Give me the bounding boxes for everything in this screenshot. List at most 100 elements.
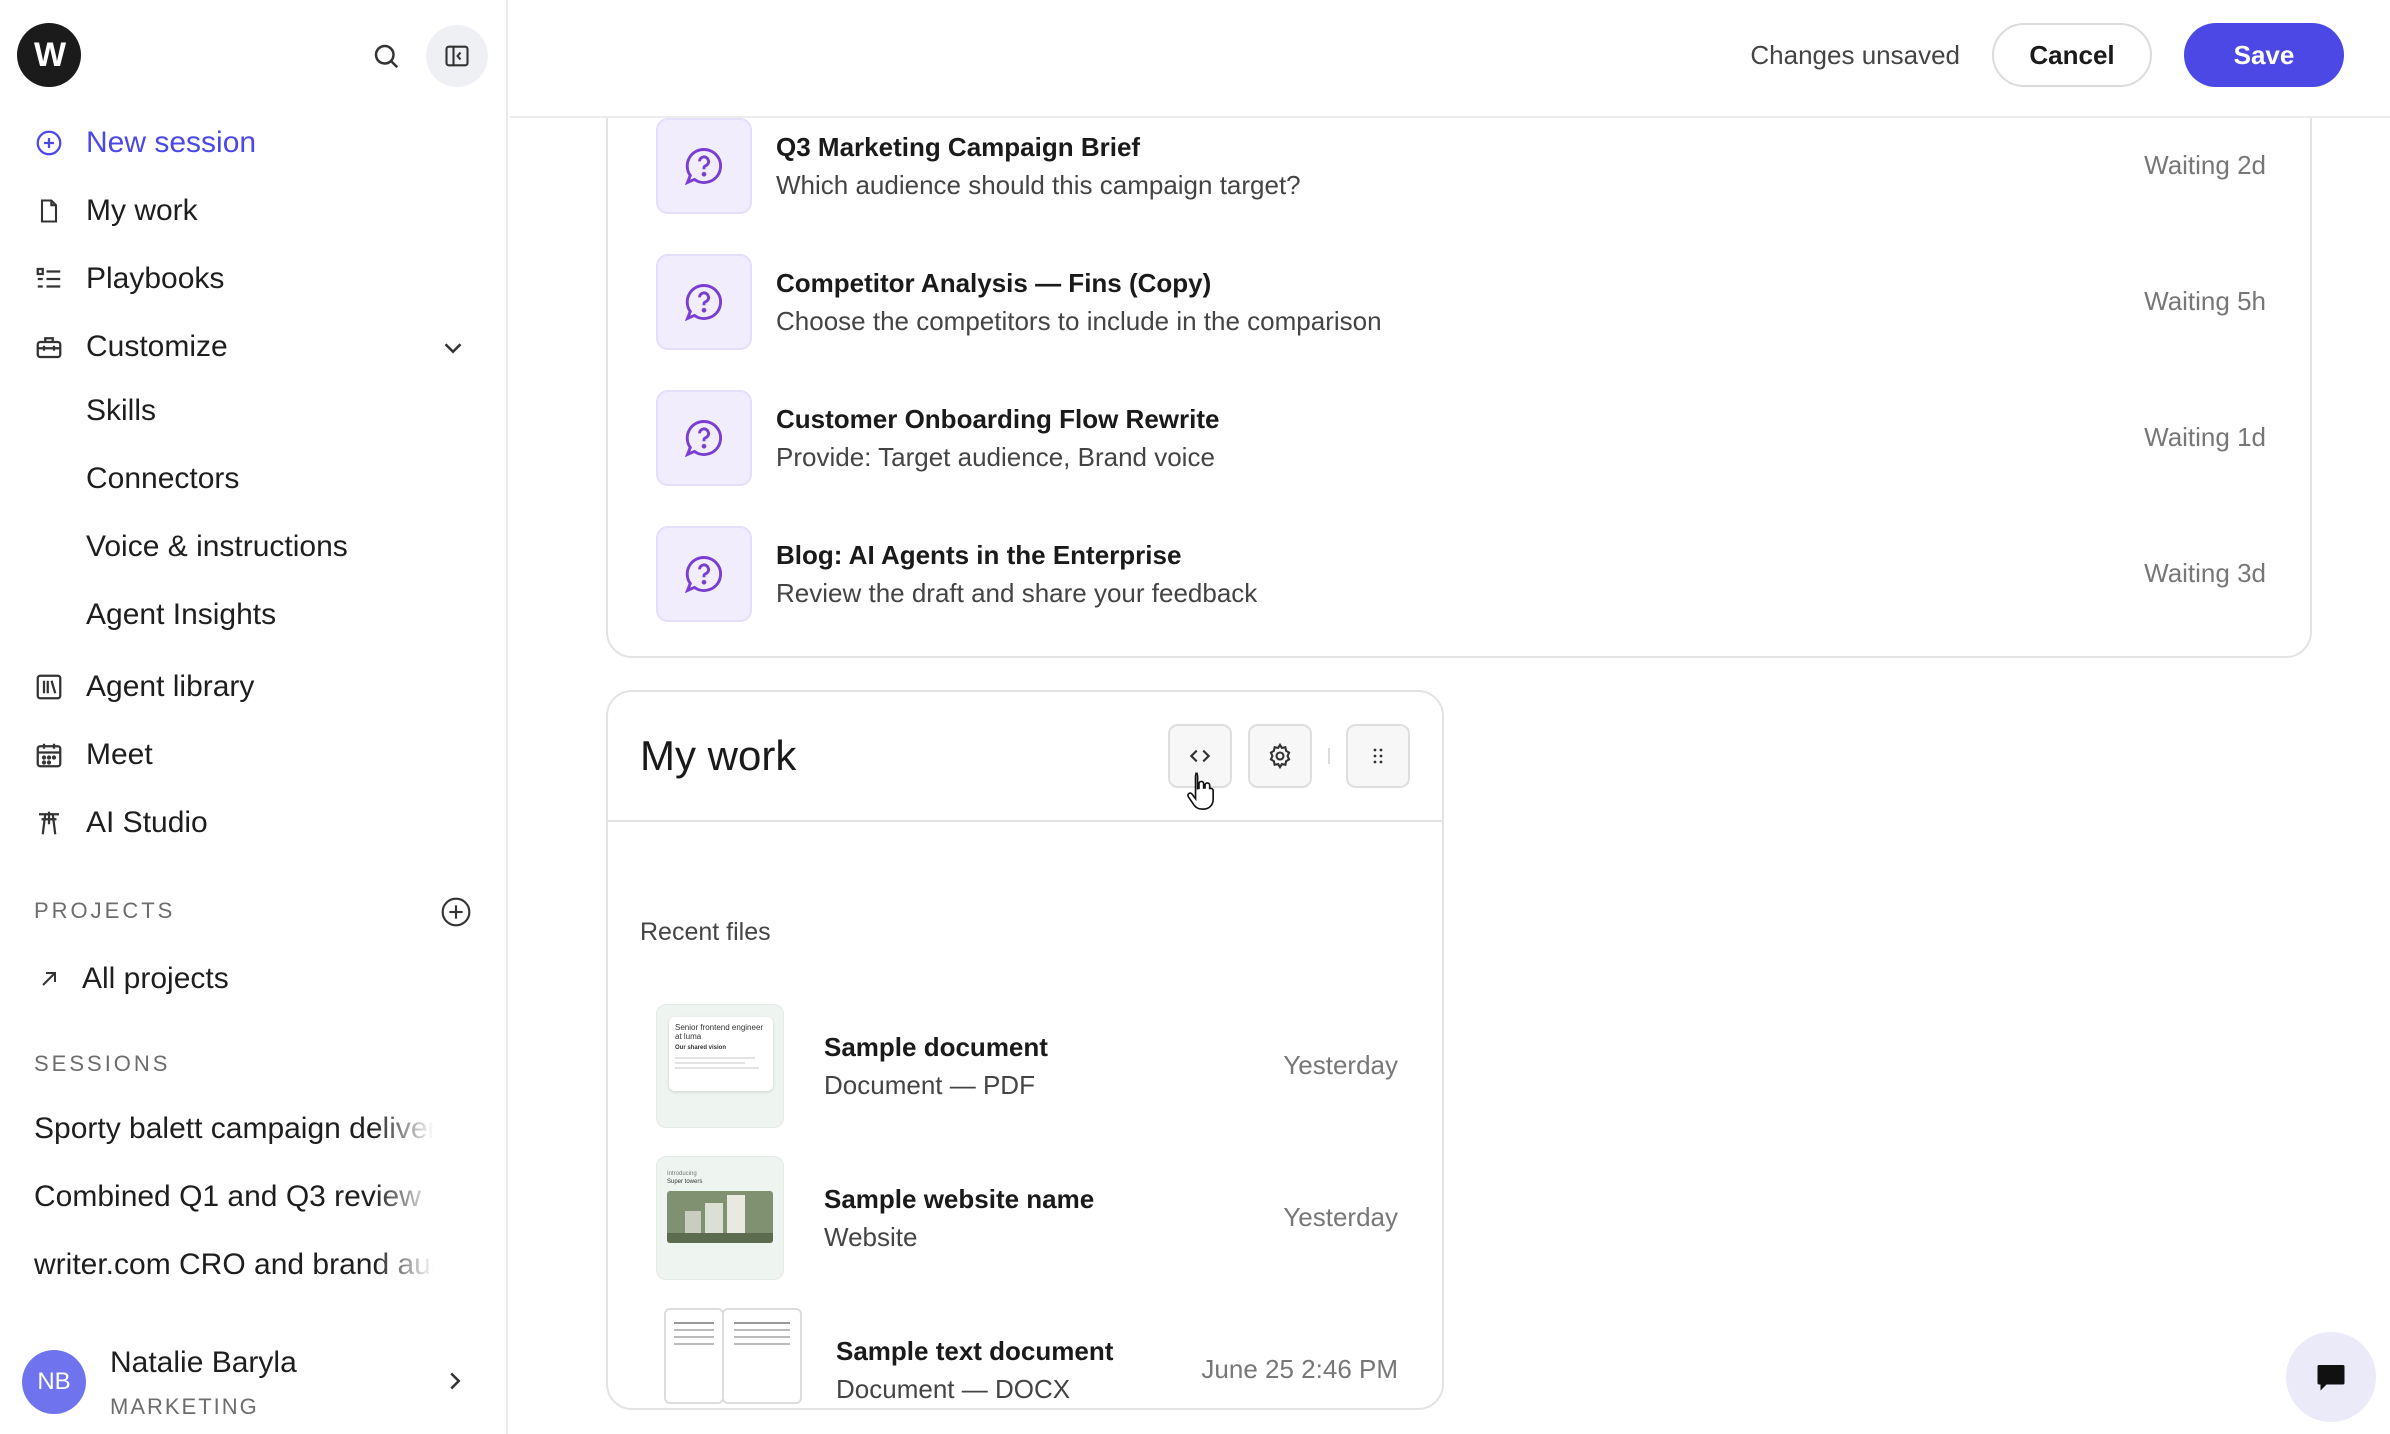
chat-button[interactable]: [2286, 1332, 2376, 1422]
nav-meet[interactable]: Meet: [34, 731, 153, 779]
thumbnail-heading: Introducing: [667, 1171, 697, 1177]
studio-icon: [34, 808, 64, 838]
list-icon: [34, 264, 64, 294]
session-item[interactable]: Combined Q1 and Q3 review: [34, 1180, 434, 1214]
nav-agent-library[interactable]: Agent library: [34, 663, 254, 711]
file-name: Sample text document: [836, 1336, 1114, 1366]
docx-thumbnail: [656, 1308, 802, 1404]
thumbnail-heading: Senior frontend engineer at luma: [675, 1023, 764, 1041]
user-name: Natalie Baryla: [110, 1346, 297, 1379]
arrow-up-right-icon: [34, 964, 64, 994]
task-subtitle: Provide: Target audience, Brand voice: [776, 442, 1215, 472]
calendar-icon: [34, 740, 64, 770]
task-subtitle: Review the draft and share your feedback: [776, 578, 1258, 608]
chat-bubble-icon: [2317, 1365, 2345, 1391]
my-work-widget: My work Recent files Senior frontend eng…: [606, 690, 1444, 1410]
task-status: Waiting 5h: [2144, 286, 2266, 316]
website-hero-image: [667, 1191, 773, 1243]
nav-label: All projects: [82, 962, 229, 995]
nav-label: Customize: [86, 330, 228, 363]
waiting-task-row[interactable]: Blog: AI Agents in the Enterprise Review…: [656, 526, 2266, 622]
file-type: Document — DOCX: [836, 1374, 1071, 1404]
file-date: Yesterday: [1283, 1050, 1398, 1080]
add-project-icon[interactable]: [440, 896, 472, 928]
widget-header: My work: [608, 692, 1442, 822]
file-row[interactable]: Senior frontend engineer at luma Our sha…: [656, 1004, 1398, 1128]
task-title: Customer Onboarding Flow Rewrite: [776, 404, 1220, 434]
nav-my-work[interactable]: My work: [34, 187, 198, 235]
nav-label: New session: [86, 126, 257, 159]
nav-label: AI Studio: [86, 806, 208, 839]
sidebar: W New session My work Playbooks Customiz…: [0, 0, 508, 1434]
waiting-task-row[interactable]: Competitor Analysis — Fins (Copy) Choose…: [656, 254, 2266, 350]
search-button[interactable]: [355, 25, 417, 87]
waiting-task-row[interactable]: Q3 Marketing Campaign Brief Which audien…: [656, 118, 2266, 214]
user-department: MARKETING: [110, 1394, 259, 1419]
file-type: Document — PDF: [824, 1070, 1035, 1100]
chevron-right-icon[interactable]: [440, 1366, 470, 1396]
task-title: Competitor Analysis — Fins (Copy): [776, 268, 1212, 298]
nav-label: Playbooks: [86, 262, 225, 295]
sub-item-skills[interactable]: Skills: [86, 387, 156, 435]
plus-circle-icon: [34, 128, 64, 158]
task-title: Q3 Marketing Campaign Brief: [776, 132, 1141, 162]
file-row[interactable]: Introducing Super towers Sample website …: [656, 1156, 1398, 1280]
nav-new-session[interactable]: New session: [34, 119, 256, 167]
task-status: Waiting 2d: [2144, 150, 2266, 180]
file-name: Sample document: [824, 1032, 1048, 1062]
file-row[interactable]: Sample text document Document — DOCX Jun…: [656, 1308, 1398, 1408]
sub-item-connectors[interactable]: Connectors: [86, 455, 239, 503]
session-item[interactable]: Sporty balett campaign deliverables: [34, 1112, 434, 1146]
document-icon: [34, 196, 64, 226]
task-status: Waiting 3d: [2144, 558, 2266, 588]
nav-playbooks[interactable]: Playbooks: [34, 255, 224, 303]
recent-files-label: Recent files: [640, 918, 771, 946]
website-thumbnail: Introducing Super towers: [656, 1156, 784, 1280]
nav-label: Agent library: [86, 670, 255, 703]
toolbar-divider: [1328, 748, 1330, 764]
task-status: Waiting 1d: [2144, 422, 2266, 452]
thumbnail-subheading: Super towers: [667, 1179, 703, 1185]
user-profile[interactable]: NB: [22, 1350, 86, 1414]
document-thumbnail: Senior frontend engineer at luma Our sha…: [656, 1004, 784, 1128]
task-subtitle: Choose the competitors to include in the…: [776, 306, 1382, 336]
nav-all-projects[interactable]: All projects: [34, 955, 229, 1003]
file-date: Yesterday: [1283, 1202, 1398, 1232]
question-bubble-icon: [656, 254, 752, 350]
nav-customize[interactable]: Customize: [34, 323, 228, 371]
search-icon: [374, 44, 399, 69]
projects-section-label: PROJECTS: [34, 898, 176, 923]
nav-label: Meet: [86, 738, 153, 771]
file-name: Sample website name: [824, 1184, 1095, 1214]
drag-handle-icon: [1373, 748, 1383, 764]
library-icon: [34, 672, 64, 702]
file-date: June 25 2:46 PM: [1201, 1354, 1398, 1384]
sub-item-agent-insights[interactable]: Agent Insights: [86, 591, 276, 639]
collapse-sidebar-button[interactable]: [426, 25, 488, 87]
nav-label: My work: [86, 194, 198, 227]
session-item[interactable]: writer.com CRO and brand audit: [34, 1248, 434, 1282]
hand-pointer-cursor-icon: [1187, 772, 1214, 810]
cancel-button[interactable]: Cancel: [1992, 23, 2152, 87]
question-bubble-icon: [656, 118, 752, 214]
widget-settings-button[interactable]: [1248, 724, 1312, 788]
waiting-tasks-card: Q3 Marketing Campaign Brief Which audien…: [606, 60, 2312, 658]
question-bubble-icon: [656, 390, 752, 486]
nav-ai-studio[interactable]: AI Studio: [34, 799, 208, 847]
waiting-task-row[interactable]: Customer Onboarding Flow Rewrite Provide…: [656, 390, 2266, 486]
sub-item-voice-instructions[interactable]: Voice & instructions: [86, 523, 348, 571]
task-subtitle: Which audience should this campaign targ…: [776, 170, 1301, 200]
task-title: Blog: AI Agents in the Enterprise: [776, 540, 1182, 570]
toolbox-icon: [34, 332, 64, 362]
file-type: Website: [824, 1222, 918, 1252]
app-logo[interactable]: W: [17, 23, 81, 87]
sidebar-collapse-icon: [445, 45, 469, 67]
sessions-section-label: SESSIONS: [34, 1051, 171, 1076]
chevron-down-icon[interactable]: [438, 333, 468, 363]
save-status-text: Changes unsaved: [1750, 40, 1960, 70]
gear-icon: [1269, 742, 1291, 770]
save-button[interactable]: Save: [2184, 23, 2344, 87]
question-bubble-icon: [656, 526, 752, 622]
code-icon: [1189, 749, 1211, 763]
drag-handle-button[interactable]: [1346, 724, 1410, 788]
